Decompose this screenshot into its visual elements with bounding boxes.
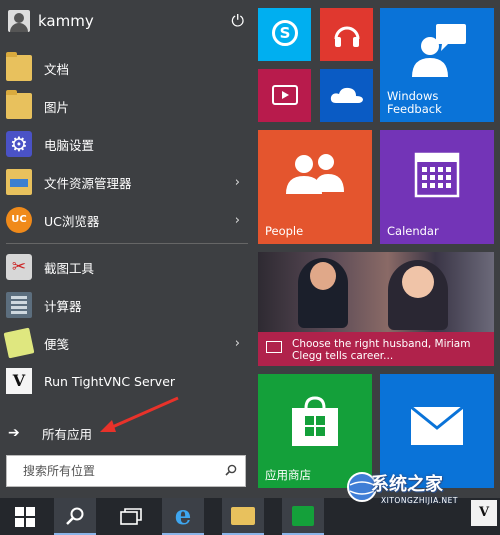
people-icon xyxy=(286,154,344,194)
watermark-logo: 系统之家 XITONGZHIJIA.NET V xyxy=(345,470,500,528)
tile-label: People xyxy=(265,224,304,238)
news-headline: Choose the right husband, Miriam Clegg t… xyxy=(292,338,471,362)
tile-video[interactable] xyxy=(258,69,311,122)
store-icon xyxy=(292,505,314,526)
tile-skype[interactable]: S xyxy=(258,8,311,61)
task-view-button[interactable] xyxy=(110,498,152,535)
news-caption: Choose the right husband, Miriam Clegg t… xyxy=(258,332,494,366)
tile-label: Windows Feedback xyxy=(387,89,442,116)
watermark-title: 系统之家 xyxy=(371,474,443,495)
video-icon xyxy=(272,85,298,105)
file-explorer-taskbar-button[interactable] xyxy=(222,498,264,535)
watermark-subtitle: XITONGZHIJIA.NET xyxy=(381,496,458,505)
store-bag-icon xyxy=(292,396,338,446)
news-photo-person xyxy=(388,260,448,330)
task-view-icon xyxy=(120,507,142,525)
windows-logo-icon xyxy=(15,506,35,527)
cloud-icon xyxy=(330,87,363,103)
search-icon xyxy=(66,507,84,525)
mail-envelope-icon xyxy=(410,406,464,445)
headphones-icon xyxy=(334,26,360,47)
skype-icon: S xyxy=(272,20,298,46)
calendar-icon xyxy=(414,152,460,198)
tile-calendar[interactable]: Calendar xyxy=(380,130,494,244)
store-taskbar-button[interactable] xyxy=(282,498,324,535)
folder-icon xyxy=(231,506,255,525)
tile-windows-feedback[interactable]: Windows Feedback xyxy=(380,8,494,122)
annotation-arrow xyxy=(100,396,179,432)
news-icon xyxy=(266,341,282,353)
watermark-vnc-icon: V xyxy=(471,500,497,526)
internet-explorer-icon: e xyxy=(174,500,192,531)
start-button[interactable] xyxy=(4,498,46,535)
feedback-person-icon xyxy=(412,24,466,77)
start-menu: kammy ⏻ 文档 图片 ⚙ 电脑设置 文件资源管理器 › UC UC浏览器 … xyxy=(0,0,500,498)
tile-people[interactable]: People xyxy=(258,130,372,244)
tile-label: 应用商店 xyxy=(265,468,311,482)
tile-label: Calendar xyxy=(387,224,439,238)
start-search-box[interactable] xyxy=(6,455,246,487)
search-input[interactable] xyxy=(7,463,217,479)
search-button[interactable] xyxy=(54,498,96,535)
internet-explorer-button[interactable]: e xyxy=(162,498,204,535)
start-left-pane: kammy ⏻ 文档 图片 ⚙ 电脑设置 文件资源管理器 › UC UC浏览器 … xyxy=(0,0,252,498)
news-photo-person xyxy=(298,258,348,328)
tile-music[interactable] xyxy=(320,8,373,61)
tile-news[interactable]: Choose the right husband, Miriam Clegg t… xyxy=(258,252,494,366)
search-icon[interactable] xyxy=(217,464,245,479)
tile-onedrive[interactable] xyxy=(320,69,373,122)
